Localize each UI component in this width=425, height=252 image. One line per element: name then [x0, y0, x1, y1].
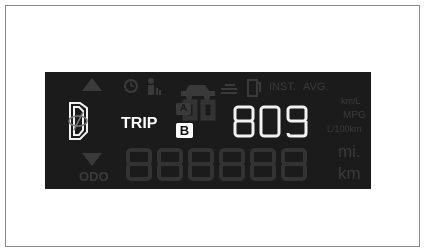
unit-km: km [338, 164, 361, 183]
trip-a-badge: A [176, 103, 191, 115]
fuel-pump-icon [247, 79, 261, 97]
unit-mi: mi. [338, 142, 361, 161]
multi-information-display: INST. AVG. km/L MPG L/100km mi. km ODO A… [45, 72, 371, 189]
car-icon [181, 85, 215, 100]
headlight-icon [221, 84, 237, 94]
odometer-ghost-segments [126, 148, 307, 181]
down-arrow-icon [82, 153, 102, 166]
trip-b-badge: B [176, 123, 193, 138]
clock-icon [124, 79, 138, 93]
trip-value-segments [233, 105, 308, 138]
avg-label: AVG. [303, 81, 329, 93]
unit-l-per-100km: L/100km [327, 124, 362, 134]
up-arrow-icon [82, 78, 102, 91]
trip-label: TRIP [121, 115, 158, 132]
gear-segment-display [68, 102, 88, 140]
person-icon [148, 78, 161, 95]
odo-label: ODO [79, 169, 109, 184]
unit-mpg: MPG [343, 110, 366, 121]
unit-km-per-l: km/L [341, 96, 361, 106]
inst-label: INST. [269, 81, 296, 93]
